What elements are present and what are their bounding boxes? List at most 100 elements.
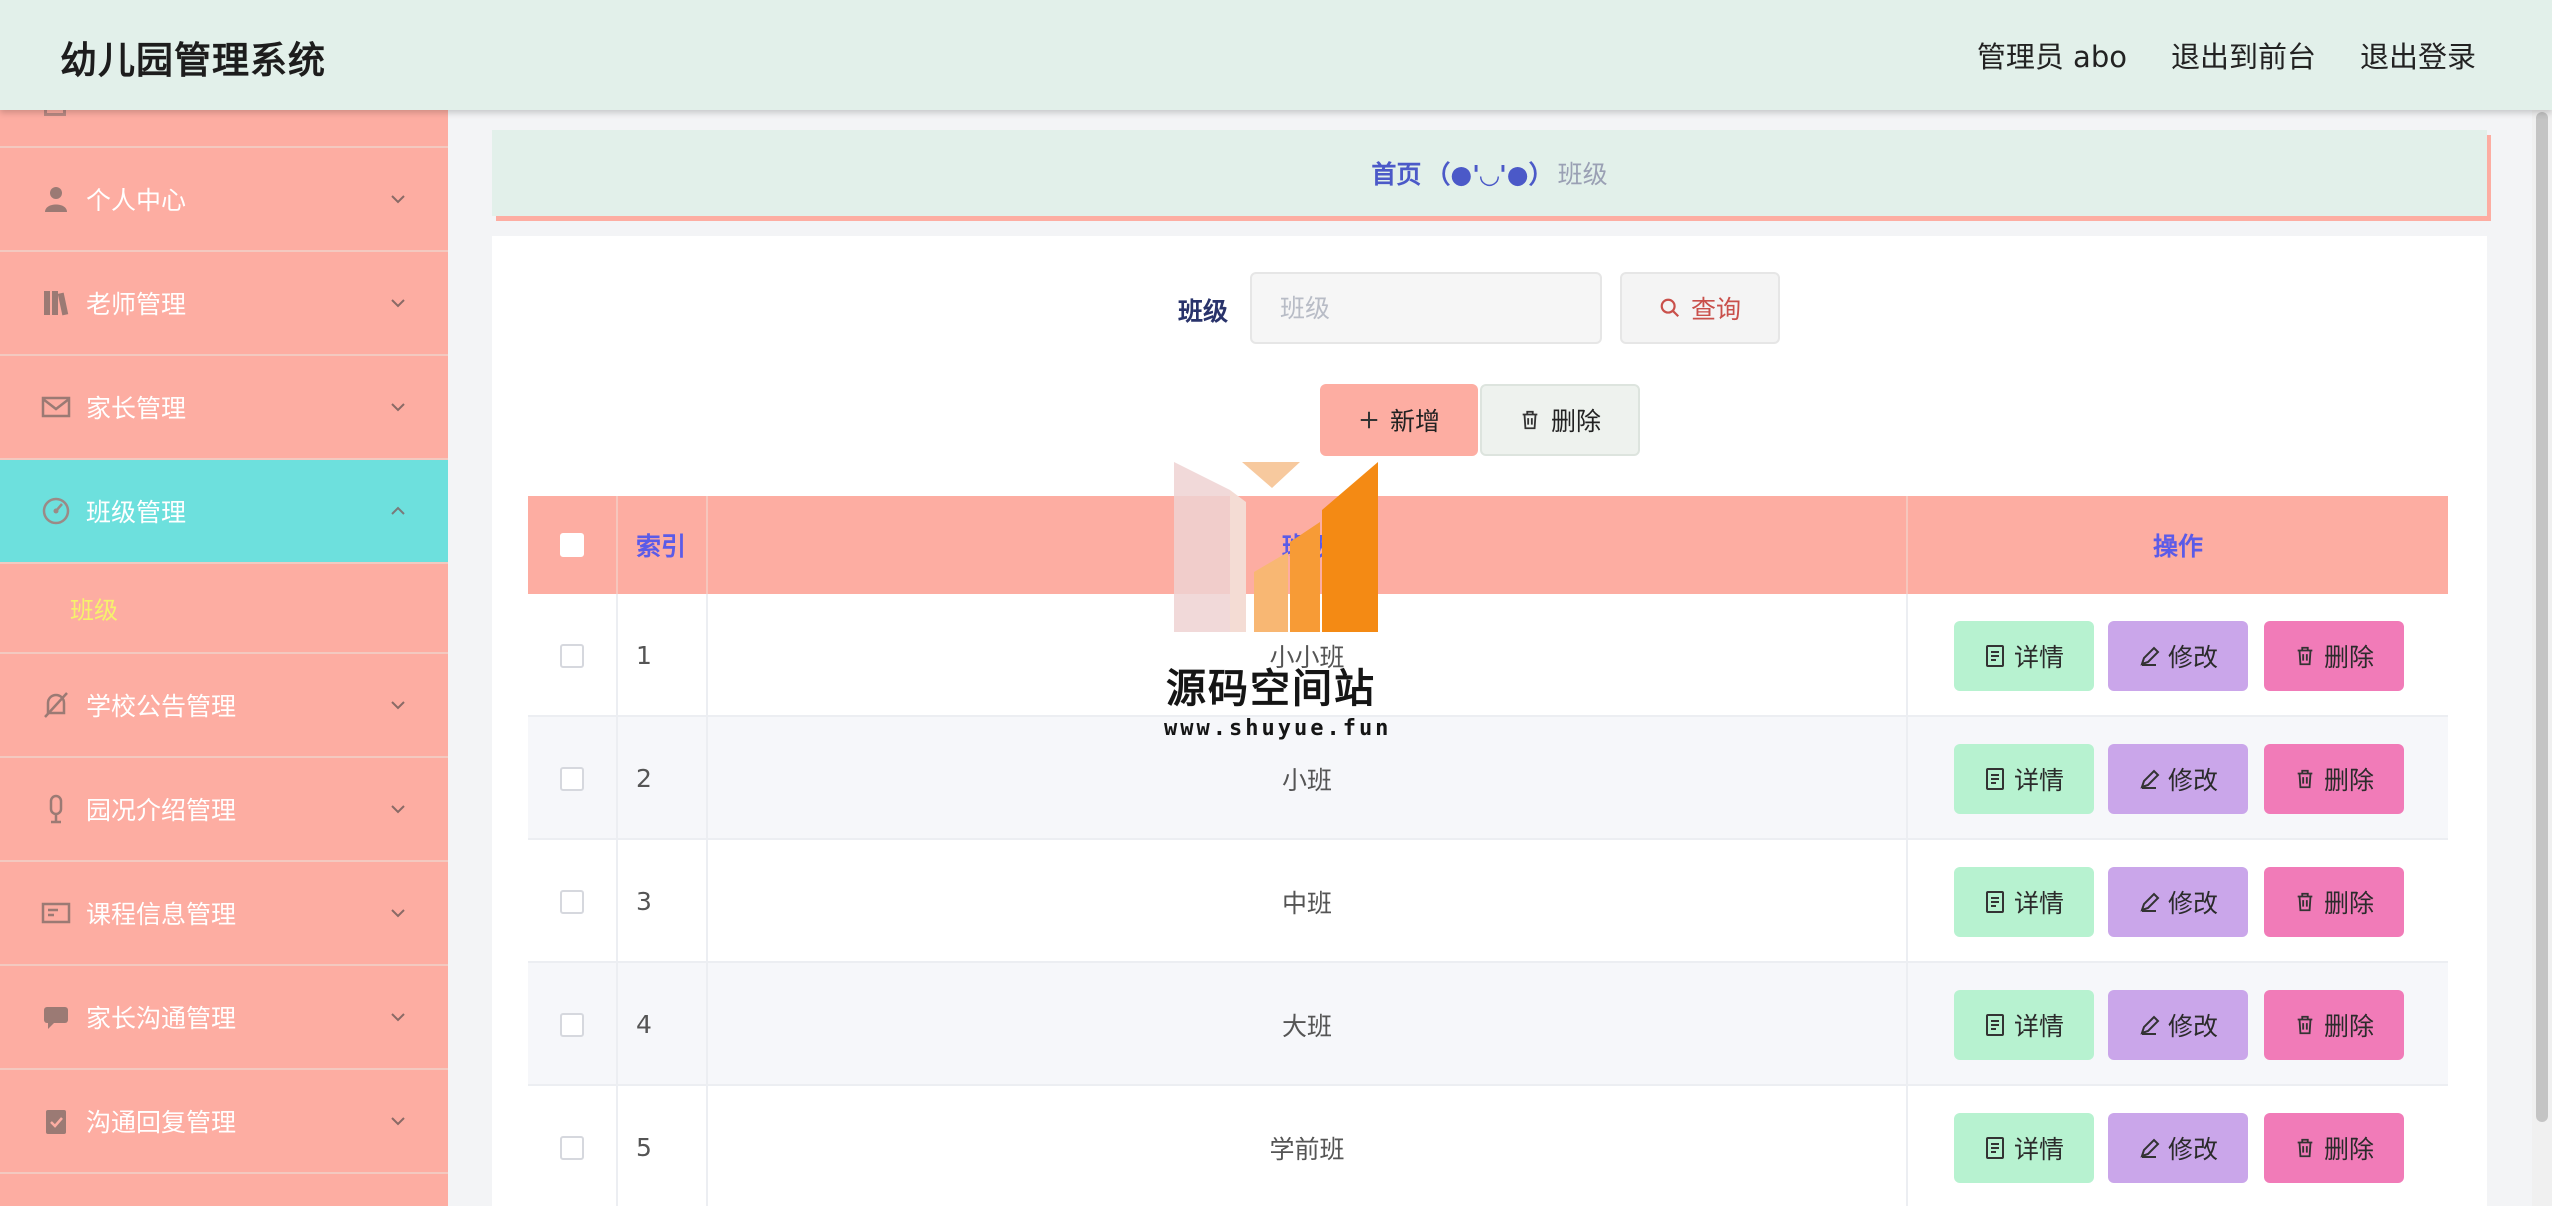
sidebar-item-label: 学校公告管理 xyxy=(86,692,237,721)
books-icon xyxy=(44,291,69,316)
detail-button[interactable]: 详情 xyxy=(1954,867,2094,937)
row-index: 5 xyxy=(618,1086,708,1206)
edit-button[interactable]: 修改 xyxy=(2108,867,2248,937)
pencil-icon xyxy=(2140,1015,2160,1035)
watermark-logo xyxy=(1174,462,1378,632)
row-index: 3 xyxy=(618,840,708,963)
table-row: 1 小小班 详情 修改 删除 xyxy=(528,594,2448,717)
sidebar-item-label: 个人中心 xyxy=(86,186,187,215)
sidebar-item-class[interactable]: 班级管理 xyxy=(0,460,448,564)
admin-user-link[interactable]: 管理员 abo xyxy=(1977,34,2127,76)
trash-icon xyxy=(2297,892,2313,912)
detail-button[interactable]: 详情 xyxy=(1954,990,2094,1060)
pencil-icon xyxy=(2140,1138,2160,1158)
trash-icon xyxy=(1522,410,1538,430)
delete-button[interactable]: 删除 xyxy=(2264,1113,2404,1183)
chevron-down-icon xyxy=(391,403,405,412)
search-label: 班级 xyxy=(1178,297,1229,326)
row-class-name: 中班 xyxy=(708,840,1908,963)
table-row: 4 大班 详情 修改 删除 xyxy=(528,963,2448,1086)
sidebar-item-label: 班级管理 xyxy=(86,498,187,527)
select-all-checkbox[interactable] xyxy=(560,533,584,557)
sidebar-item-communication[interactable]: 家长沟通管理 xyxy=(0,966,448,1070)
sidebar-item-label: 老师管理 xyxy=(86,290,187,319)
bell-off-icon xyxy=(44,692,68,718)
delete-button[interactable]: 删除 xyxy=(2264,867,2404,937)
row-select-cell xyxy=(528,1086,618,1206)
chat-icon xyxy=(44,1007,68,1029)
detail-button[interactable]: 详情 xyxy=(1954,744,2094,814)
row-ops-cell: 详情 修改 删除 xyxy=(1908,840,2448,963)
sidebar-subitem-class[interactable]: 班级 xyxy=(0,564,448,654)
sidebar-item-notice[interactable]: 学校公告管理 xyxy=(0,654,448,758)
detail-button-label: 详情 xyxy=(2013,1012,2064,1041)
search-row: 班级 查询 xyxy=(492,272,2487,344)
row-checkbox[interactable] xyxy=(560,1012,584,1037)
search-button-label: 查询 xyxy=(1690,295,1741,324)
delete-button[interactable]: 删除 xyxy=(2264,744,2404,814)
table-row: 3 中班 详情 修改 删除 xyxy=(528,840,2448,963)
sidebar-item-intro[interactable]: 园况介绍管理 xyxy=(0,758,448,862)
batch-delete-button[interactable]: 删除 xyxy=(1480,384,1640,456)
chevron-down-icon xyxy=(391,909,405,918)
microphone-icon xyxy=(49,794,63,824)
row-ops-cell: 详情 修改 删除 xyxy=(1908,717,2448,840)
edit-button[interactable]: 修改 xyxy=(2108,744,2248,814)
sidebar-item-partial[interactable] xyxy=(0,110,448,148)
main-content: 班级 查询 新增 删除 索引 班级 操作 1小小班详情修改删除2小班详情修改删除… xyxy=(492,236,2487,1206)
watermark-title: 源码空间站 xyxy=(1166,666,1376,712)
row-select-cell xyxy=(528,840,618,963)
breadcrumb: 首页 （●'◡'●） 班级 xyxy=(492,130,2487,216)
delete-button[interactable]: 删除 xyxy=(2264,621,2404,691)
add-button[interactable]: 新增 xyxy=(1320,384,1478,456)
logout-link[interactable]: 退出登录 xyxy=(2360,34,2476,76)
chevron-down-icon xyxy=(391,805,405,814)
detail-button[interactable]: 详情 xyxy=(1954,621,2094,691)
sidebar-item-label: 园况介绍管理 xyxy=(86,796,237,825)
scrollbar-thumb[interactable] xyxy=(2536,112,2548,1122)
search-button[interactable]: 查询 xyxy=(1620,272,1780,344)
delete-button-label: 删除 xyxy=(2323,889,2374,918)
row-checkbox[interactable] xyxy=(560,1135,584,1160)
sidebar-item-personal-center[interactable]: 个人中心 xyxy=(0,148,448,252)
sidebar-item-parent[interactable]: 家长管理 xyxy=(0,356,448,460)
table-header: 索引 班级 操作 xyxy=(528,496,2448,594)
row-class-name: 学前班 xyxy=(708,1086,1908,1206)
detail-button-label: 详情 xyxy=(2013,766,2064,795)
app-title: 幼儿园管理系统 xyxy=(60,39,326,82)
exit-to-front-link[interactable]: 退出到前台 xyxy=(2171,34,2316,76)
delete-button-label: 删除 xyxy=(2323,1012,2374,1041)
header-ops: 操作 xyxy=(2152,532,2203,561)
edit-button[interactable]: 修改 xyxy=(2108,1113,2248,1183)
breadcrumb-home[interactable]: 首页 xyxy=(1371,155,1421,191)
detail-button-label: 详情 xyxy=(2013,1135,2064,1164)
search-input[interactable] xyxy=(1250,272,1602,344)
edit-button-label: 修改 xyxy=(2167,1012,2218,1041)
sidebar-item-course[interactable]: 课程信息管理 xyxy=(0,862,448,966)
header-index[interactable]: 索引 xyxy=(618,496,708,594)
row-checkbox[interactable] xyxy=(560,643,584,668)
row-ops-cell: 详情 修改 删除 xyxy=(1908,963,2448,1086)
breadcrumb-separator: （●'◡'●） xyxy=(1425,160,1554,189)
edit-button-label: 修改 xyxy=(2167,766,2218,795)
chevron-up-icon xyxy=(391,506,405,515)
detail-button[interactable]: 详情 xyxy=(1954,1113,2094,1183)
chevron-down-icon xyxy=(391,1013,405,1022)
row-ops-cell: 详情 修改 删除 xyxy=(1908,1086,2448,1206)
row-index: 2 xyxy=(618,717,708,840)
edit-button[interactable]: 修改 xyxy=(2108,990,2248,1060)
sidebar-item-reply[interactable]: 沟通回复管理 xyxy=(0,1070,448,1174)
row-index: 1 xyxy=(618,594,708,717)
trash-icon xyxy=(2297,769,2313,789)
row-select-cell xyxy=(528,963,618,1086)
edit-button-label: 修改 xyxy=(2167,889,2218,918)
delete-button[interactable]: 删除 xyxy=(2264,990,2404,1060)
edit-button-label: 修改 xyxy=(2167,1135,2218,1164)
edit-button-label: 修改 xyxy=(2167,643,2218,672)
row-checkbox[interactable] xyxy=(560,766,584,791)
row-checkbox[interactable] xyxy=(560,889,584,914)
sidebar: 个人中心 老师管理 家长管理 班级管理 班级 学校公告管理 园况介绍管理 课程信… xyxy=(0,110,448,1206)
edit-button[interactable]: 修改 xyxy=(2108,621,2248,691)
sidebar-subitem-label: 班级 xyxy=(70,596,118,625)
sidebar-item-teacher[interactable]: 老师管理 xyxy=(0,252,448,356)
